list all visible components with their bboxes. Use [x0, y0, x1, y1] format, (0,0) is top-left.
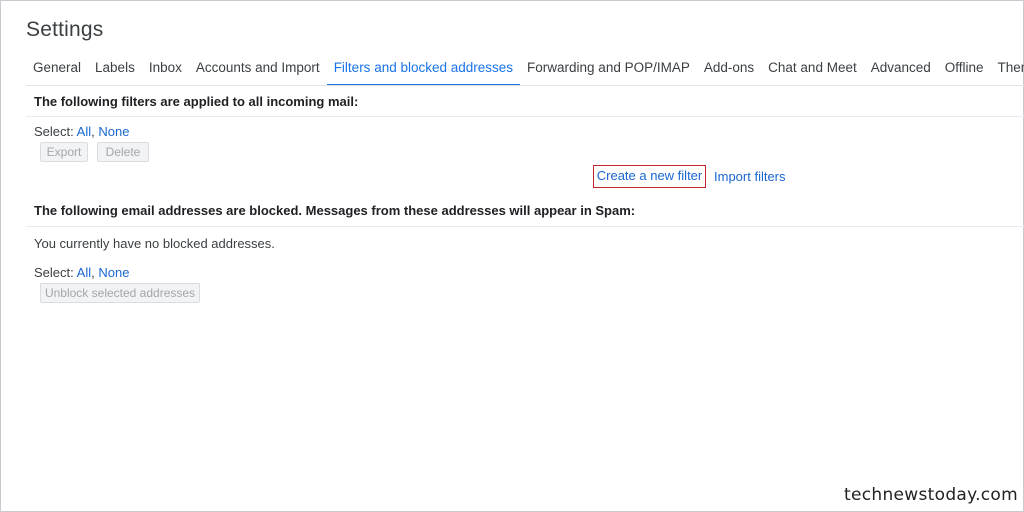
tab-advanced[interactable]: Advanced — [864, 56, 938, 82]
filters-select-label: Select: — [34, 124, 74, 139]
tab-add-ons[interactable]: Add-ons — [697, 56, 761, 82]
blocked-divider — [26, 226, 1024, 227]
tab-offline[interactable]: Offline — [938, 56, 991, 82]
filters-select-all-link[interactable]: All — [77, 124, 91, 139]
delete-button[interactable]: Delete — [97, 142, 149, 162]
tab-themes[interactable]: Themes — [991, 56, 1024, 82]
settings-tab-bar: General Labels Inbox Accounts and Import… — [26, 56, 1024, 86]
blocked-heading: The following email addresses are blocke… — [34, 203, 636, 218]
import-filters-link[interactable]: Import filters — [714, 169, 786, 184]
tab-chat-and-meet[interactable]: Chat and Meet — [761, 56, 864, 82]
filters-select-none-link[interactable]: None — [98, 124, 129, 139]
no-blocked-addresses-text: You currently have no blocked addresses. — [34, 236, 275, 251]
blocked-select-label: Select: — [34, 265, 74, 280]
tab-inbox[interactable]: Inbox — [142, 56, 189, 82]
watermark-text: technewstoday.com — [844, 485, 1018, 505]
filters-select-row: Select: All, None — [34, 124, 129, 139]
filters-divider — [26, 116, 1024, 117]
export-button[interactable]: Export — [40, 142, 88, 162]
create-new-filter-link[interactable]: Create a new filter — [593, 165, 706, 188]
tab-forwarding-pop-imap[interactable]: Forwarding and POP/IMAP — [520, 56, 697, 82]
select-separator: , — [91, 124, 95, 139]
tab-general[interactable]: General — [26, 56, 88, 82]
tab-accounts-and-import[interactable]: Accounts and Import — [189, 56, 327, 82]
page-title: Settings — [26, 18, 104, 41]
blocked-select-row: Select: All, None — [34, 265, 129, 280]
unblock-selected-button[interactable]: Unblock selected addresses — [40, 283, 200, 303]
tab-bar-divider — [26, 85, 1024, 86]
blocked-select-none-link[interactable]: None — [98, 265, 129, 280]
tab-labels[interactable]: Labels — [88, 56, 142, 82]
filters-heading: The following filters are applied to all… — [34, 94, 359, 109]
tab-filters-and-blocked-addresses[interactable]: Filters and blocked addresses — [326, 56, 521, 86]
select-separator: , — [91, 265, 95, 280]
blocked-select-all-link[interactable]: All — [77, 265, 91, 280]
